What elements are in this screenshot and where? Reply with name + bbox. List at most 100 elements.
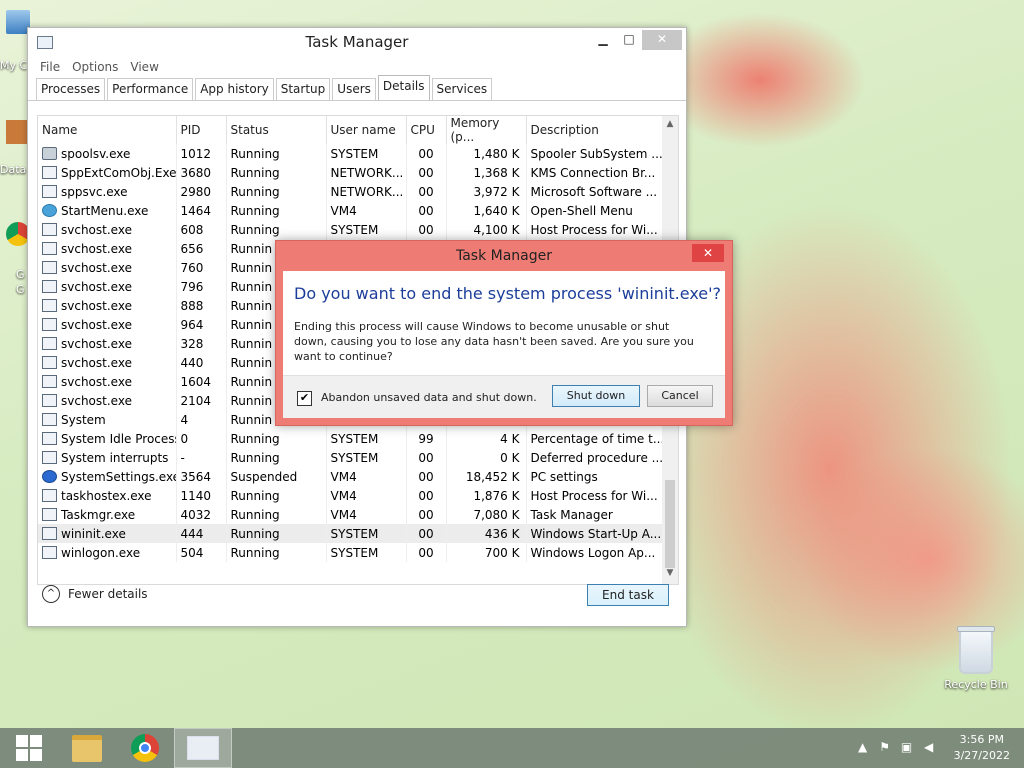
table-row[interactable]: System interrupts - Running SYSTEM 00 0 K Defe…: [38, 448, 663, 467]
cell-cpu: 00: [406, 163, 447, 182]
menu-view[interactable]: View: [124, 60, 164, 74]
cell-status: Running: [226, 505, 327, 524]
column-cpu[interactable]: CPU: [406, 116, 447, 144]
network-icon[interactable]: ▣: [899, 740, 915, 756]
title-bar[interactable]: Task Manager ▁ □ ✕: [28, 28, 686, 56]
cell-pid: 1464: [176, 201, 227, 220]
process-name: svchost.exe: [61, 393, 132, 408]
cell-cpu: 00: [406, 486, 447, 505]
cell-desc: Windows Start-Up A...: [526, 524, 663, 543]
table-row[interactable]: taskhostex.exe 1140 Running VM4 00 1,876 K Hos…: [38, 486, 663, 505]
cell-status: Running: [226, 448, 327, 467]
cell-name: StartMenu.exe: [38, 201, 177, 220]
cell-name: sppsvc.exe: [38, 182, 177, 201]
cell-pid: 888: [176, 296, 227, 315]
show-hidden-icons-icon[interactable]: ▲: [855, 740, 871, 756]
abandon-data-checkbox[interactable]: ✔: [297, 391, 312, 406]
cell-status: Running: [226, 163, 327, 182]
column-status[interactable]: Status: [226, 116, 327, 144]
cell-desc: Host Process for Wi...: [526, 220, 663, 239]
desktop-label-computer: My C: [0, 59, 28, 72]
taskbar-chrome[interactable]: [116, 728, 174, 768]
column-user-name[interactable]: User name: [326, 116, 407, 144]
cell-name: svchost.exe: [38, 220, 177, 239]
taskbar-task-manager[interactable]: [174, 728, 232, 768]
dialog-title-bar[interactable]: Task Manager ✕: [276, 241, 732, 271]
shell-icon: [42, 203, 57, 217]
tab-startup[interactable]: Startup: [275, 78, 331, 100]
tab-app-history[interactable]: App history: [195, 78, 274, 100]
minimize-button[interactable]: ▁: [590, 30, 616, 50]
task-manager-icon: [187, 736, 219, 760]
process-name: Taskmgr.exe: [61, 507, 136, 522]
scroll-thumb[interactable]: [665, 480, 675, 568]
dialog-message: Ending this process will cause Windows t…: [294, 320, 694, 363]
process-icon: [42, 184, 57, 198]
cell-user: VM4: [326, 505, 407, 524]
cell-cpu: 00: [406, 220, 447, 239]
tab-services[interactable]: Services: [431, 78, 493, 100]
action-center-icon[interactable]: ⚑: [877, 740, 893, 756]
table-row[interactable]: wininit.exe 444 Running SYSTEM 00 436 K Window…: [38, 524, 663, 543]
desktop-icon-recycle-bin[interactable]: Recycle Bin: [938, 626, 1014, 691]
tab-users[interactable]: Users: [332, 78, 376, 100]
cell-desc: Spooler SubSystem ...: [526, 144, 663, 163]
cell-cpu: 00: [406, 467, 447, 486]
process-icon: [42, 317, 57, 331]
cell-pid: 3564: [176, 467, 227, 486]
table-row[interactable]: Taskmgr.exe 4032 Running VM4 00 7,080 K Task M…: [38, 505, 663, 524]
cell-mem: 3,972 K: [446, 182, 527, 201]
cell-name: wininit.exe: [38, 524, 177, 543]
table-row[interactable]: System Idle Process 0 Running SYSTEM 99 4 K Pe…: [38, 429, 663, 448]
cell-cpu: 00: [406, 448, 447, 467]
column-description[interactable]: Description: [526, 116, 663, 144]
clock[interactable]: 3:56 PM 3/27/2022: [954, 732, 1010, 764]
maximize-button[interactable]: □: [616, 30, 642, 50]
cell-name: svchost.exe: [38, 334, 177, 353]
process-icon: [42, 450, 57, 464]
process-icon: [42, 488, 57, 502]
process-name: SppExtComObj.Exe: [61, 165, 176, 180]
column-pid[interactable]: PID: [176, 116, 227, 144]
cell-mem: 1,480 K: [446, 144, 527, 163]
cell-status: Running: [226, 144, 327, 163]
tab-processes[interactable]: Processes: [36, 78, 106, 100]
volume-icon[interactable]: ◀: [921, 740, 937, 756]
table-row[interactable]: sppsvc.exe 2980 Running NETWORK... 00 3,972 K…: [38, 182, 663, 201]
taskbar-file-explorer[interactable]: [58, 728, 116, 768]
scroll-up-icon[interactable]: ▲: [662, 116, 678, 132]
process-icon: [42, 526, 57, 540]
process-name: svchost.exe: [61, 279, 132, 294]
abandon-data-label[interactable]: Abandon unsaved data and shut down.: [321, 391, 537, 404]
menu-file[interactable]: File: [34, 60, 66, 74]
end-task-button[interactable]: End task: [587, 584, 669, 606]
cell-name: Taskmgr.exe: [38, 505, 177, 524]
column-memory[interactable]: Memory (p...: [446, 116, 527, 144]
table-row[interactable]: StartMenu.exe 1464 Running VM4 00 1,640 K Open…: [38, 201, 663, 220]
table-row[interactable]: SystemSettings.exe 3564 Suspended VM4 00 18,4…: [38, 467, 663, 486]
start-button[interactable]: [0, 728, 58, 768]
cell-name: winlogon.exe: [38, 543, 177, 562]
cancel-button[interactable]: Cancel: [647, 385, 713, 407]
table-row[interactable]: svchost.exe 608 Running SYSTEM 00 4,100 K Host…: [38, 220, 663, 239]
column-name[interactable]: Name: [38, 116, 177, 144]
cell-status: Suspended: [226, 467, 327, 486]
menu-options[interactable]: Options: [66, 60, 124, 74]
cell-cpu: 99: [406, 429, 447, 448]
tab-performance[interactable]: Performance: [107, 78, 194, 100]
process-name: wininit.exe: [61, 526, 126, 541]
dialog-close-button[interactable]: ✕: [692, 244, 724, 262]
cell-pid: 2104: [176, 391, 227, 410]
close-button[interactable]: ✕: [642, 30, 682, 50]
fewer-details-button[interactable]: ^ Fewer details: [42, 585, 148, 603]
cell-mem: 4,100 K: [446, 220, 527, 239]
table-row[interactable]: spoolsv.exe 1012 Running SYSTEM 00 1,480 K Spo…: [38, 144, 663, 163]
table-row[interactable]: SppExtComObj.Exe 3680 Running NETWORK... 00 1…: [38, 163, 663, 182]
scroll-down-icon[interactable]: ▼: [662, 568, 678, 584]
cell-status: Running: [226, 201, 327, 220]
cell-cpu: 00: [406, 182, 447, 201]
cell-pid: 1012: [176, 144, 227, 163]
shut-down-button[interactable]: Shut down: [552, 385, 640, 407]
table-row[interactable]: winlogon.exe 504 Running SYSTEM 00 700 K Windo…: [38, 543, 663, 562]
tab-details[interactable]: Details: [377, 75, 430, 100]
